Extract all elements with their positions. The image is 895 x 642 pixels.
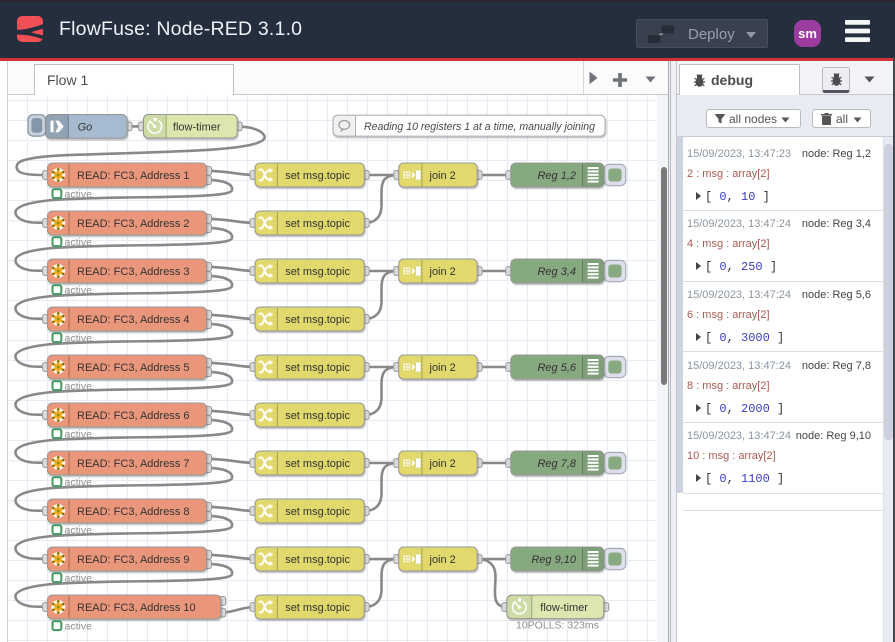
svg-text:set msg.topic: set msg.topic	[285, 266, 350, 278]
svg-text:set msg.topic: set msg.topic	[285, 362, 350, 374]
svg-text:READ: FC3, Address 5: READ: FC3, Address 5	[77, 362, 190, 374]
svg-text:set msg.topic: set msg.topic	[285, 602, 350, 614]
svg-text:READ: FC3, Address 2: READ: FC3, Address 2	[77, 218, 190, 230]
svg-text:10POLLS: 323ms: 10POLLS: 323ms	[516, 620, 599, 632]
svg-text:join 2: join 2	[429, 170, 456, 182]
svg-text:active: active	[65, 620, 93, 632]
svg-text:set msg.topic: set msg.topic	[285, 506, 350, 518]
svg-text:active: active	[65, 332, 93, 344]
svg-text:active: active	[65, 428, 93, 440]
svg-text:active: active	[65, 236, 93, 248]
svg-text:set msg.topic: set msg.topic	[285, 554, 350, 566]
svg-text:active: active	[65, 524, 93, 536]
svg-text:join 2: join 2	[429, 266, 456, 278]
svg-text:join 2: join 2	[429, 362, 456, 374]
svg-text:set msg.topic: set msg.topic	[285, 218, 350, 230]
svg-text:READ: FC3, Address 10: READ: FC3, Address 10	[77, 602, 196, 614]
svg-text:Go: Go	[78, 121, 93, 133]
svg-text:active: active	[65, 572, 93, 584]
svg-text:READ: FC3, Address 8: READ: FC3, Address 8	[77, 506, 190, 518]
svg-text:READ: FC3, Address 1: READ: FC3, Address 1	[77, 170, 190, 182]
svg-text:join 2: join 2	[429, 458, 456, 470]
svg-text:Reg 9,10: Reg 9,10	[531, 554, 577, 566]
svg-text:Reg 3,4: Reg 3,4	[537, 266, 576, 278]
svg-text:READ: FC3, Address 6: READ: FC3, Address 6	[77, 410, 190, 422]
svg-text:join 2: join 2	[429, 554, 456, 566]
svg-text:active: active	[65, 380, 93, 392]
svg-text:active: active	[65, 476, 93, 488]
svg-text:flow-timer: flow-timer	[173, 121, 221, 133]
svg-text:READ: FC3, Address 7: READ: FC3, Address 7	[77, 458, 190, 470]
svg-text:set msg.topic: set msg.topic	[285, 458, 350, 470]
svg-text:flow-timer: flow-timer	[540, 602, 588, 614]
svg-text:Reg 7,8: Reg 7,8	[537, 458, 576, 470]
svg-text:set msg.topic: set msg.topic	[285, 170, 350, 182]
svg-text:set msg.topic: set msg.topic	[285, 410, 350, 422]
svg-text:READ: FC3, Address 4: READ: FC3, Address 4	[77, 314, 190, 326]
svg-text:Reading 10 registers 1 at a ti: Reading 10 registers 1 at a time, manual…	[364, 121, 596, 133]
svg-text:active: active	[65, 284, 93, 296]
svg-text:READ: FC3, Address 9: READ: FC3, Address 9	[77, 554, 190, 566]
svg-text:READ: FC3, Address 3: READ: FC3, Address 3	[77, 266, 190, 278]
svg-text:set msg.topic: set msg.topic	[285, 314, 350, 326]
svg-text:Reg 1,2: Reg 1,2	[537, 170, 576, 182]
svg-text:Reg 5,6: Reg 5,6	[537, 362, 576, 374]
svg-text:active: active	[65, 188, 93, 200]
